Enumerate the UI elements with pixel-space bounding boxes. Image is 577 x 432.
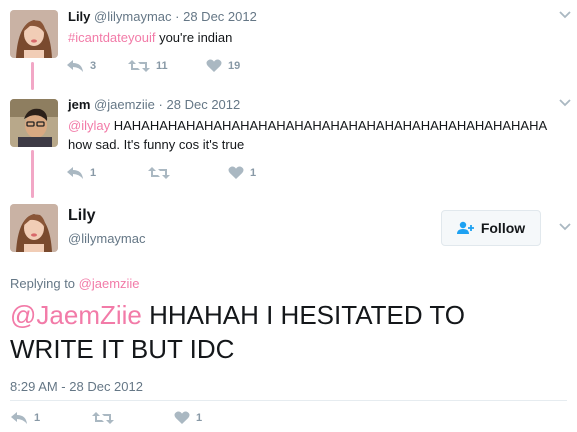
divider bbox=[10, 400, 567, 401]
tweet-text: @ilylay HAHAHAHAHAHAHAHAHAHAHAHAHAHAHAHA… bbox=[68, 116, 568, 154]
tweet-text: #icantdateyouif you're indian bbox=[68, 28, 548, 47]
reply-button[interactable]: 1 bbox=[10, 411, 92, 425]
tweet-jem[interactable]: jem @jaemziie · 28 Dec 2012 @ilylay HAHA… bbox=[0, 95, 577, 195]
tweet-text-body: you're indian bbox=[155, 30, 233, 45]
separator-dot: · bbox=[175, 9, 180, 24]
thread-connector bbox=[31, 62, 34, 90]
separator-dot: · bbox=[158, 97, 163, 112]
heart-icon bbox=[206, 59, 222, 72]
mention-link[interactable]: @ilylay bbox=[68, 118, 110, 133]
like-count: 19 bbox=[228, 60, 241, 72]
chevron-down-icon[interactable] bbox=[558, 222, 572, 232]
tweet-text-body: HAHAHAHAHAHAHAHAHAHAHAHAHAHAHAHAHAHAHAHA… bbox=[68, 118, 547, 152]
avatar[interactable] bbox=[10, 99, 58, 147]
follow-button[interactable]: Follow bbox=[441, 210, 541, 246]
heart-icon bbox=[174, 411, 190, 424]
heart-icon bbox=[228, 166, 244, 179]
like-button[interactable]: 1 bbox=[174, 411, 234, 425]
reply-count: 1 bbox=[34, 412, 41, 424]
retweet-icon bbox=[92, 412, 114, 424]
replying-prefix: Replying to bbox=[10, 276, 79, 291]
user-handle[interactable]: @lilymaymac bbox=[68, 231, 145, 246]
retweet-icon bbox=[148, 167, 170, 179]
reply-button[interactable]: 3 bbox=[66, 59, 128, 73]
retweet-count: 11 bbox=[156, 60, 168, 72]
retweet-button[interactable] bbox=[92, 411, 174, 425]
tweet-actions: 3 11 19 bbox=[66, 59, 266, 73]
chevron-down-icon[interactable] bbox=[558, 10, 572, 20]
retweet-icon bbox=[128, 60, 150, 72]
hashtag-link[interactable]: #icantdateyouif bbox=[68, 30, 155, 45]
avatar[interactable] bbox=[10, 204, 58, 252]
follow-person-icon bbox=[456, 221, 474, 234]
reply-count: 3 bbox=[90, 60, 97, 72]
like-count: 1 bbox=[250, 167, 257, 179]
tweet-timestamp[interactable]: 8:29 AM - 28 Dec 2012 bbox=[10, 379, 143, 394]
reply-button[interactable]: 1 bbox=[66, 166, 148, 180]
tweet-header: Lily @lilymaymac · 28 Dec 2012 bbox=[68, 9, 257, 24]
display-name[interactable]: Lily bbox=[68, 9, 90, 24]
like-count: 1 bbox=[196, 412, 203, 424]
mention-link[interactable]: @JaemZiie bbox=[10, 300, 142, 330]
tweet-date[interactable]: 28 Dec 2012 bbox=[167, 97, 241, 112]
tweet-actions: 1 1 bbox=[66, 166, 288, 180]
chevron-down-icon[interactable] bbox=[558, 98, 572, 108]
reply-icon bbox=[67, 167, 83, 179]
retweet-button[interactable] bbox=[148, 166, 228, 180]
user-handle[interactable]: @lilymaymac bbox=[94, 9, 171, 24]
retweet-button[interactable]: 11 bbox=[128, 59, 206, 73]
display-name[interactable]: jem bbox=[68, 97, 90, 112]
tweet-header: jem @jaemziie · 28 Dec 2012 bbox=[68, 97, 240, 112]
tweet-date[interactable]: 28 Dec 2012 bbox=[183, 9, 257, 24]
display-name[interactable]: Lily bbox=[68, 207, 96, 225]
replying-to-link[interactable]: @jaemziie bbox=[79, 276, 140, 291]
reply-count: 1 bbox=[90, 167, 97, 179]
follow-label: Follow bbox=[480, 220, 526, 236]
like-button[interactable]: 19 bbox=[206, 59, 266, 73]
tweet-actions: 1 1 bbox=[10, 411, 234, 425]
replying-to: Replying to @jaemziie bbox=[10, 276, 140, 291]
tweet-lily-1[interactable]: Lily @lilymaymac · 28 Dec 2012 #icantdat… bbox=[0, 0, 577, 95]
user-handle[interactable]: @jaemziie bbox=[94, 97, 155, 112]
thread-connector bbox=[31, 150, 34, 198]
reply-icon bbox=[67, 60, 83, 72]
reply-icon bbox=[11, 412, 27, 424]
like-button[interactable]: 1 bbox=[228, 166, 288, 180]
avatar[interactable] bbox=[10, 10, 58, 58]
main-tweet-text: @JaemZiie HHAHAH I HESITATED TO WRITE IT… bbox=[10, 298, 550, 366]
